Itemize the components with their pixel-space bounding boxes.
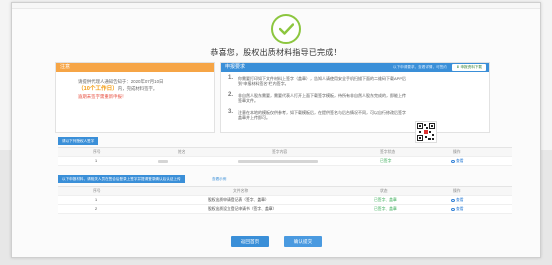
- eye-icon: [451, 159, 455, 163]
- eye-icon: [451, 207, 455, 211]
- download-icon: ⬇: [456, 65, 460, 69]
- step-number: 2.: [228, 92, 234, 98]
- row-view-link[interactable]: 查看: [451, 157, 464, 166]
- notice-title: 注意: [56, 63, 214, 72]
- success-title: 恭喜您，股权出质材料指导已完成！: [210, 48, 342, 57]
- notice-line-1: 请提供代理人通知告知于：2020年07月10日: [78, 79, 164, 84]
- step-text: 非自然人股东需要，需要代表人打开上面下载签字模板，待所有非自然人股东完成的，即能…: [238, 93, 406, 104]
- table-row: 2 股权出质设立登记申请书（签字、盖章） 已签字、盖章 查看: [58, 205, 512, 214]
- download-materials-button[interactable]: ⬇ 申报资料下载: [452, 64, 486, 71]
- col-status: 状态: [380, 189, 388, 193]
- col-filename: 文件名称: [233, 189, 249, 193]
- notice-warning: 逾期未签字需重新申报！: [78, 94, 127, 99]
- row-view-link[interactable]: 查看: [451, 196, 464, 205]
- table2-example-link[interactable]: 查看示例: [212, 177, 226, 182]
- result-page: 恭喜您，股权出质材料指导已完成！ 注意 请提供代理人通知告知于：2020年07月…: [11, 2, 541, 258]
- confirm-submit-button[interactable]: 确认提交: [284, 236, 322, 247]
- table-header-row: 序号 姓名 签字内容 签字状态 操作: [58, 148, 512, 157]
- col-status: 签字状态: [380, 150, 396, 154]
- notice-deadline-highlight: （10个工作日）: [78, 86, 118, 92]
- row-filename: 股权出质设立登记申请书（签字、盖章）: [208, 207, 277, 211]
- notice-line-2: （10个工作日）内，完成材料签字。: [78, 85, 208, 93]
- col-index: 序号: [93, 150, 101, 154]
- materials-table: 序号 文件名称 状态 操作 1 股权出质申请登记表（签字、盖章） 已签字、盖章 …: [58, 186, 512, 214]
- col-action: 操作: [453, 189, 461, 193]
- step-number: 3.: [228, 109, 234, 115]
- top-bar: [12, 3, 540, 9]
- eye-icon: [451, 198, 455, 202]
- procedure-panel: 申报要求 以下申请要求，查看详情，可签约 ⬇ 申报资料下载 1. 你需要打印如下…: [220, 62, 490, 133]
- procedure-detail-link[interactable]: 以下申请要求，查看详情，可签约: [393, 63, 447, 72]
- col-index: 序号: [93, 189, 101, 193]
- table-row: 1 股权出质申请登记表（签字、盖章） 已签字、盖章 查看: [58, 196, 512, 205]
- row-filename: 股权出质申请登记表（签字、盖章）: [208, 198, 269, 202]
- step-text: 注意在本地的模板仅供参考，如下载模板后，在提供签名与后台情况不同，可以自行修改后…: [238, 110, 406, 121]
- table1-title: 请以下列授权人签字: [58, 137, 99, 145]
- table-header-row: 序号 文件名称 状态 操作: [58, 187, 512, 196]
- back-home-button[interactable]: 返回首页: [231, 236, 269, 247]
- row-status: 已签字、盖章: [374, 207, 397, 211]
- signers-table: 序号 姓名 签字内容 签字状态 操作 1 已签字 查看: [58, 147, 512, 166]
- table2-title: 以下申报材料，请相关人员在签合后登录上签字并提请登录确认后认证上传: [58, 175, 185, 183]
- row-index: 2: [95, 207, 98, 211]
- col-name: 姓名: [178, 150, 186, 154]
- row-status: 已签字: [380, 159, 392, 163]
- notice-line-2-rest: 内，完成材料签字。: [117, 86, 158, 91]
- step-number: 1.: [228, 75, 234, 81]
- row-name-redacted: [158, 157, 168, 166]
- row-content-redacted: [238, 157, 318, 166]
- row-index: 1: [95, 159, 98, 163]
- col-content: 签字内容: [272, 150, 288, 154]
- col-action: 操作: [453, 150, 461, 154]
- step-text: 你需要打印如下文件材料上签字（盖章），告知人请使用安全手机扫描下面的二维码下载A…: [238, 76, 407, 87]
- notice-panel: 注意 请提供代理人通知告知于：2020年07月10日 （10个工作日）内，完成材…: [55, 62, 215, 133]
- row-status: 已签字、盖章: [374, 198, 397, 202]
- screen: 恭喜您，股权出质材料指导已完成！ 注意 请提供代理人通知告知于：2020年07月…: [0, 0, 552, 265]
- table-row: 1 已签字 查看: [58, 157, 512, 166]
- success-check-icon: [271, 14, 301, 44]
- row-index: 1: [95, 198, 98, 202]
- procedure-title: 申报要求: [225, 64, 246, 70]
- row-view-link[interactable]: 查看: [451, 205, 464, 214]
- procedure-header: 申报要求 以下申请要求，查看详情，可签约 ⬇ 申报资料下载: [221, 63, 489, 72]
- download-label: 申报资料下载: [460, 65, 482, 69]
- notice-body: 请提供代理人通知告知于：2020年07月10日 （10个工作日）内，完成材料签字…: [56, 72, 214, 100]
- qr-code: [415, 121, 437, 143]
